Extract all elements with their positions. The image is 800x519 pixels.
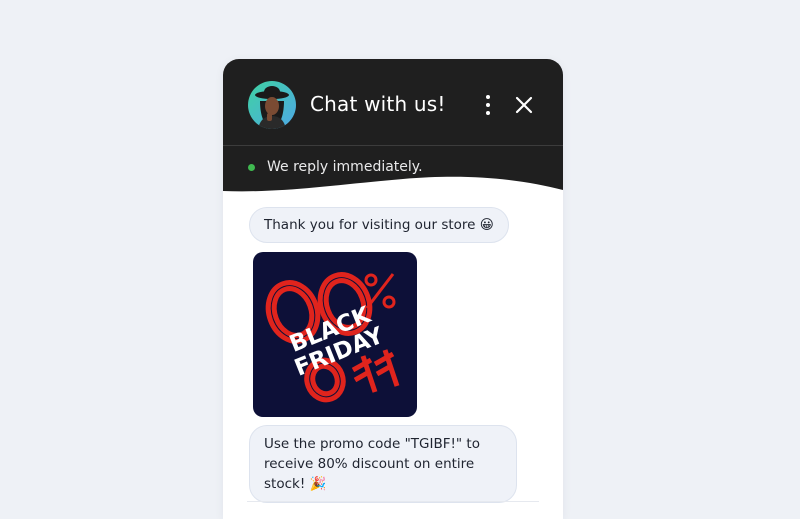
input-divider [247, 501, 539, 502]
more-vertical-icon[interactable] [480, 95, 496, 115]
message-text: Thank you for visiting our store [264, 217, 476, 233]
chat-widget: Chat with us! We reply immediately. Than… [223, 59, 563, 519]
message-bubble: Thank you for visiting our store 😀 [249, 207, 509, 243]
online-status-dot [248, 163, 255, 171]
party-popper-emoji-icon: 🎉 [309, 476, 327, 492]
header-divider [223, 145, 563, 146]
black-friday-image[interactable]: BLACK FRIDAY [253, 252, 417, 417]
status-text: We reply immediately. [267, 159, 423, 175]
close-icon[interactable] [514, 95, 534, 115]
message-bubble: Use the promo code "TGIBF!" to receive 8… [249, 425, 517, 503]
message-text: Use the promo code "TGIBF!" to receive 8… [264, 436, 480, 492]
chat-title: Chat with us! [310, 92, 446, 116]
chat-header: Chat with us! We reply immediately. [223, 59, 563, 194]
agent-avatar [248, 81, 296, 129]
status-row: We reply immediately. [248, 157, 423, 177]
grinning-emoji-icon: 😀 [479, 217, 494, 233]
